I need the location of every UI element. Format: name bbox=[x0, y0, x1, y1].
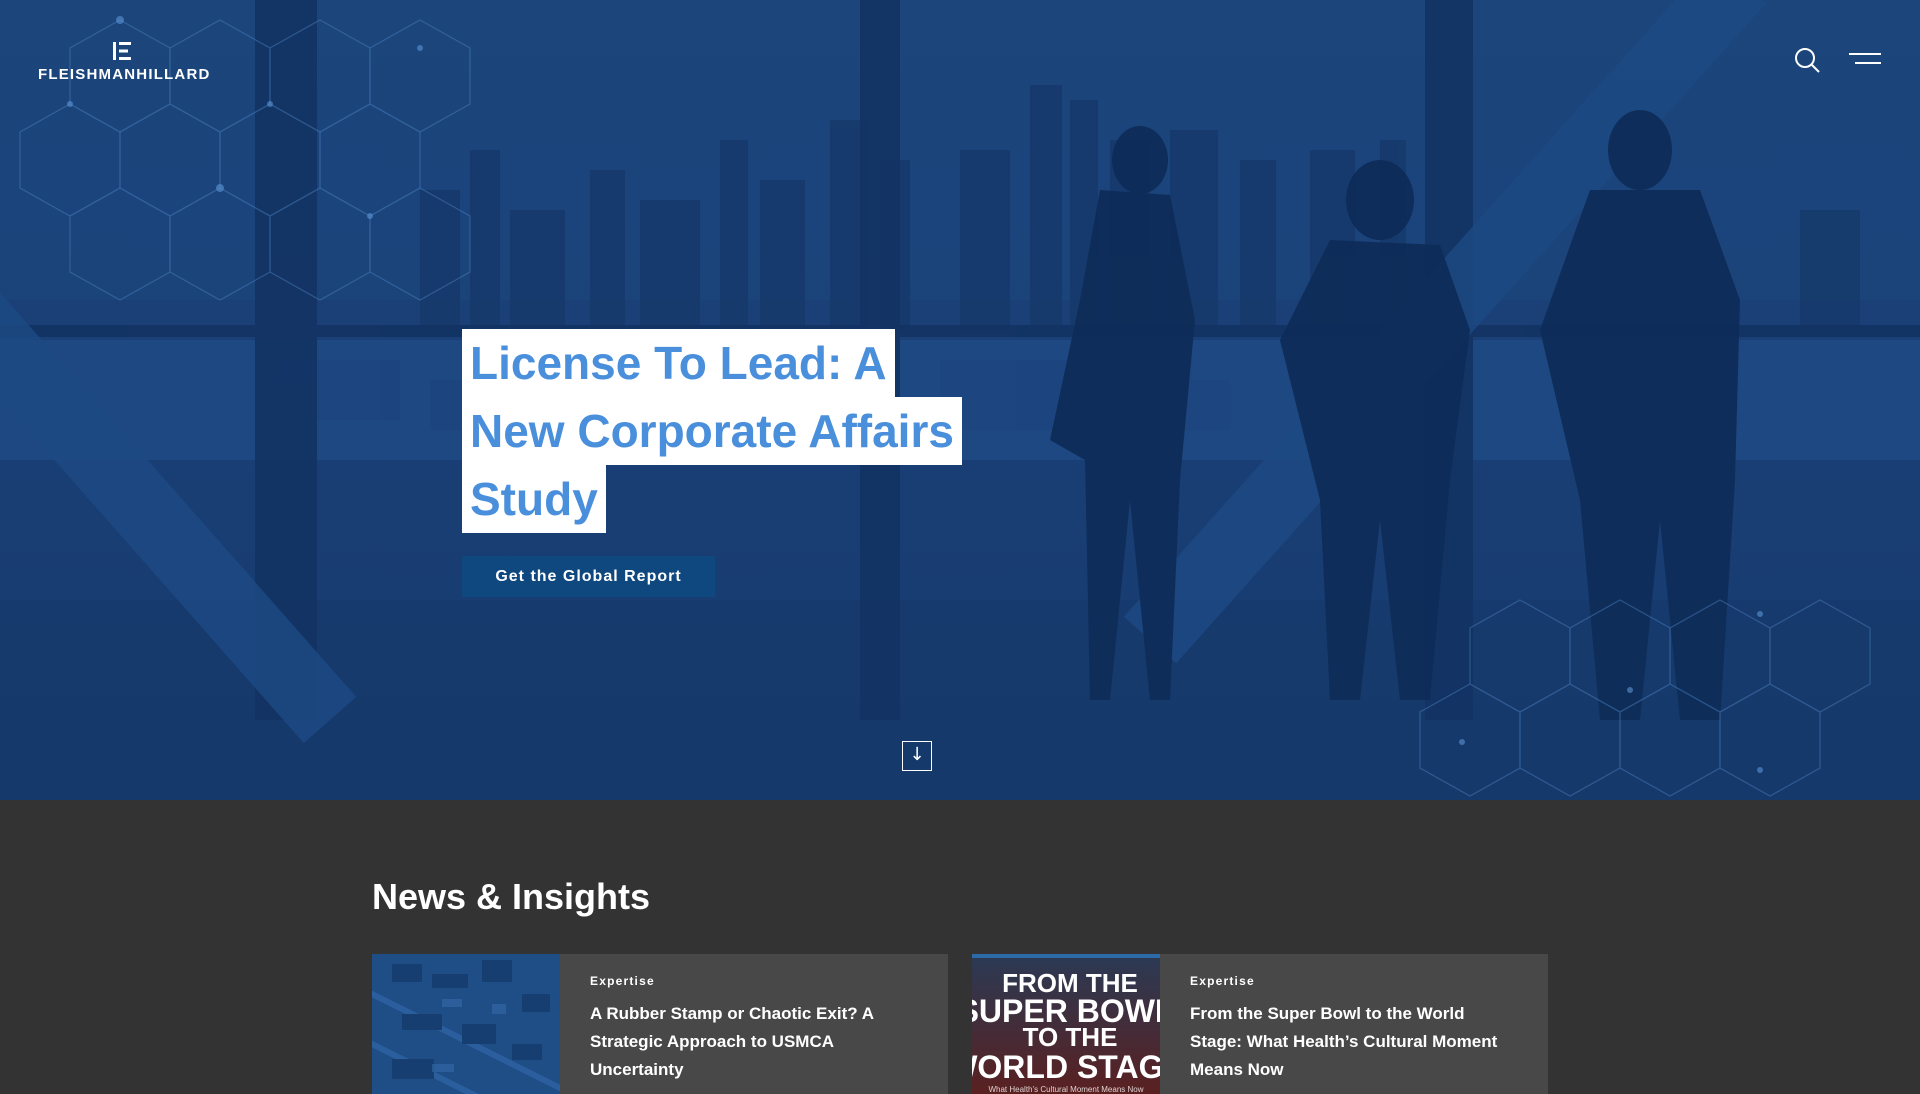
section-title: News & Insights bbox=[372, 876, 651, 917]
fh-logo-icon bbox=[113, 42, 131, 60]
news-card-headline[interactable]: A Rubber Stamp or Chaotic Exit? A Strate… bbox=[590, 1000, 920, 1084]
hero-headline-line: License To Lead: A bbox=[462, 329, 895, 397]
hero-headline-line: New Corporate Affairs bbox=[462, 397, 962, 465]
arrow-down-icon: ↓ bbox=[909, 744, 925, 765]
super-bowl-graphic-image: FROM THE SUPER BOWL TO THE WORLD STAGE W… bbox=[972, 954, 1160, 1094]
news-card-headline[interactable]: From the Super Bowl to the World Stage: … bbox=[1190, 1000, 1520, 1084]
news-card-category: Expertise bbox=[590, 974, 655, 988]
aerial-port-image bbox=[372, 954, 560, 1094]
hero-section: FLEISHMANHILLARD License To Lead: A New … bbox=[0, 0, 1920, 800]
hero-headline-line: Study bbox=[462, 465, 606, 533]
news-insights-section: News & Insights Expertise A Rubber Stamp… bbox=[0, 800, 1920, 1094]
image-text-line: TO THE bbox=[1023, 1022, 1118, 1052]
search-icon bbox=[1795, 48, 1820, 73]
brand-logo[interactable]: FLEISHMANHILLARD bbox=[38, 40, 211, 83]
news-card-body: Expertise From the Super Bowl to the Wor… bbox=[1190, 974, 1520, 1084]
news-card[interactable]: Expertise A Rubber Stamp or Chaotic Exit… bbox=[372, 954, 948, 1094]
news-card[interactable]: FROM THE SUPER BOWL TO THE WORLD STAGE W… bbox=[972, 954, 1548, 1094]
news-card-image bbox=[372, 954, 560, 1094]
get-global-report-button[interactable]: Get the Global Report bbox=[462, 556, 715, 597]
news-card-image: FROM THE SUPER BOWL TO THE WORLD STAGE W… bbox=[972, 954, 1160, 1094]
image-text-line: What Health’s Cultural Moment Means Now bbox=[988, 1085, 1143, 1094]
scroll-down-button[interactable]: ↓ bbox=[902, 741, 932, 771]
brand-name: FLEISHMANHILLARD bbox=[38, 66, 211, 83]
menu-button[interactable] bbox=[1849, 50, 1881, 70]
news-card-category: Expertise bbox=[1190, 974, 1255, 988]
hero-headline: License To Lead: A New Corporate Affairs… bbox=[462, 329, 982, 533]
search-button[interactable] bbox=[1793, 46, 1821, 74]
news-card-body: Expertise A Rubber Stamp or Chaotic Exit… bbox=[590, 974, 920, 1084]
hamburger-menu-icon bbox=[1849, 53, 1881, 64]
